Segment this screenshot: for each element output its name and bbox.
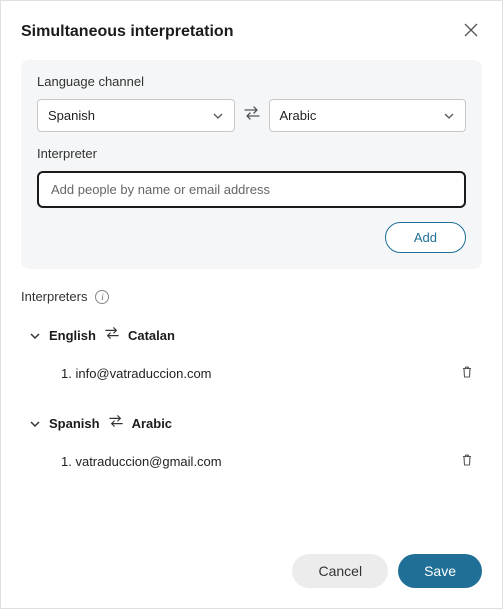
interpreter-item: 1. vatraduccion@gmail.com xyxy=(21,445,482,478)
chevron-down-icon xyxy=(212,110,224,122)
chevron-down-icon xyxy=(443,110,455,122)
language-row: Spanish Arabic xyxy=(37,99,466,132)
interpreters-title: Interpreters xyxy=(21,289,87,304)
info-icon[interactable]: i xyxy=(95,290,109,304)
cancel-button[interactable]: Cancel xyxy=(292,554,388,588)
add-button[interactable]: Add xyxy=(385,222,466,253)
interpreter-group: Spanish Arabic 1. vatraduccion@gmail.com xyxy=(21,410,482,478)
target-language-select[interactable]: Arabic xyxy=(269,99,467,132)
close-icon xyxy=(464,23,478,37)
language-channel-panel: Language channel Spanish Arabic Interpre… xyxy=(21,60,482,269)
swap-icon xyxy=(108,414,124,433)
group-target-lang: Arabic xyxy=(132,416,172,431)
simultaneous-interpretation-dialog: Simultaneous interpretation Language cha… xyxy=(1,1,502,608)
interpreter-item-text: 1. info@vatraduccion.com xyxy=(61,366,212,381)
interpreter-group: English Catalan 1. info@vatraduccion.com xyxy=(21,322,482,390)
chevron-down-icon xyxy=(29,330,41,342)
dialog-header: Simultaneous interpretation xyxy=(21,19,482,44)
source-language-value: Spanish xyxy=(48,108,95,123)
swap-icon xyxy=(104,326,120,345)
chevron-down-icon xyxy=(29,418,41,430)
language-channel-label: Language channel xyxy=(37,74,466,89)
delete-interpreter-button[interactable] xyxy=(456,449,478,474)
group-toggle[interactable]: English Catalan xyxy=(21,322,482,357)
target-language-value: Arabic xyxy=(280,108,317,123)
close-button[interactable] xyxy=(460,19,482,44)
group-target-lang: Catalan xyxy=(128,328,175,343)
interpreter-label: Interpreter xyxy=(37,146,466,161)
trash-icon xyxy=(460,365,474,379)
interpreter-item-text: 1. vatraduccion@gmail.com xyxy=(61,454,222,469)
save-button[interactable]: Save xyxy=(398,554,482,588)
group-toggle[interactable]: Spanish Arabic xyxy=(21,410,482,445)
interpreter-input[interactable] xyxy=(37,171,466,208)
dialog-footer: Cancel Save xyxy=(21,534,482,588)
trash-icon xyxy=(460,453,474,467)
dialog-title: Simultaneous interpretation xyxy=(21,23,233,41)
group-source-lang: Spanish xyxy=(49,416,100,431)
swap-languages-icon xyxy=(243,105,261,126)
interpreter-item: 1. info@vatraduccion.com xyxy=(21,357,482,390)
group-source-lang: English xyxy=(49,328,96,343)
source-language-select[interactable]: Spanish xyxy=(37,99,235,132)
delete-interpreter-button[interactable] xyxy=(456,361,478,386)
interpreters-header: Interpreters i xyxy=(21,289,482,304)
